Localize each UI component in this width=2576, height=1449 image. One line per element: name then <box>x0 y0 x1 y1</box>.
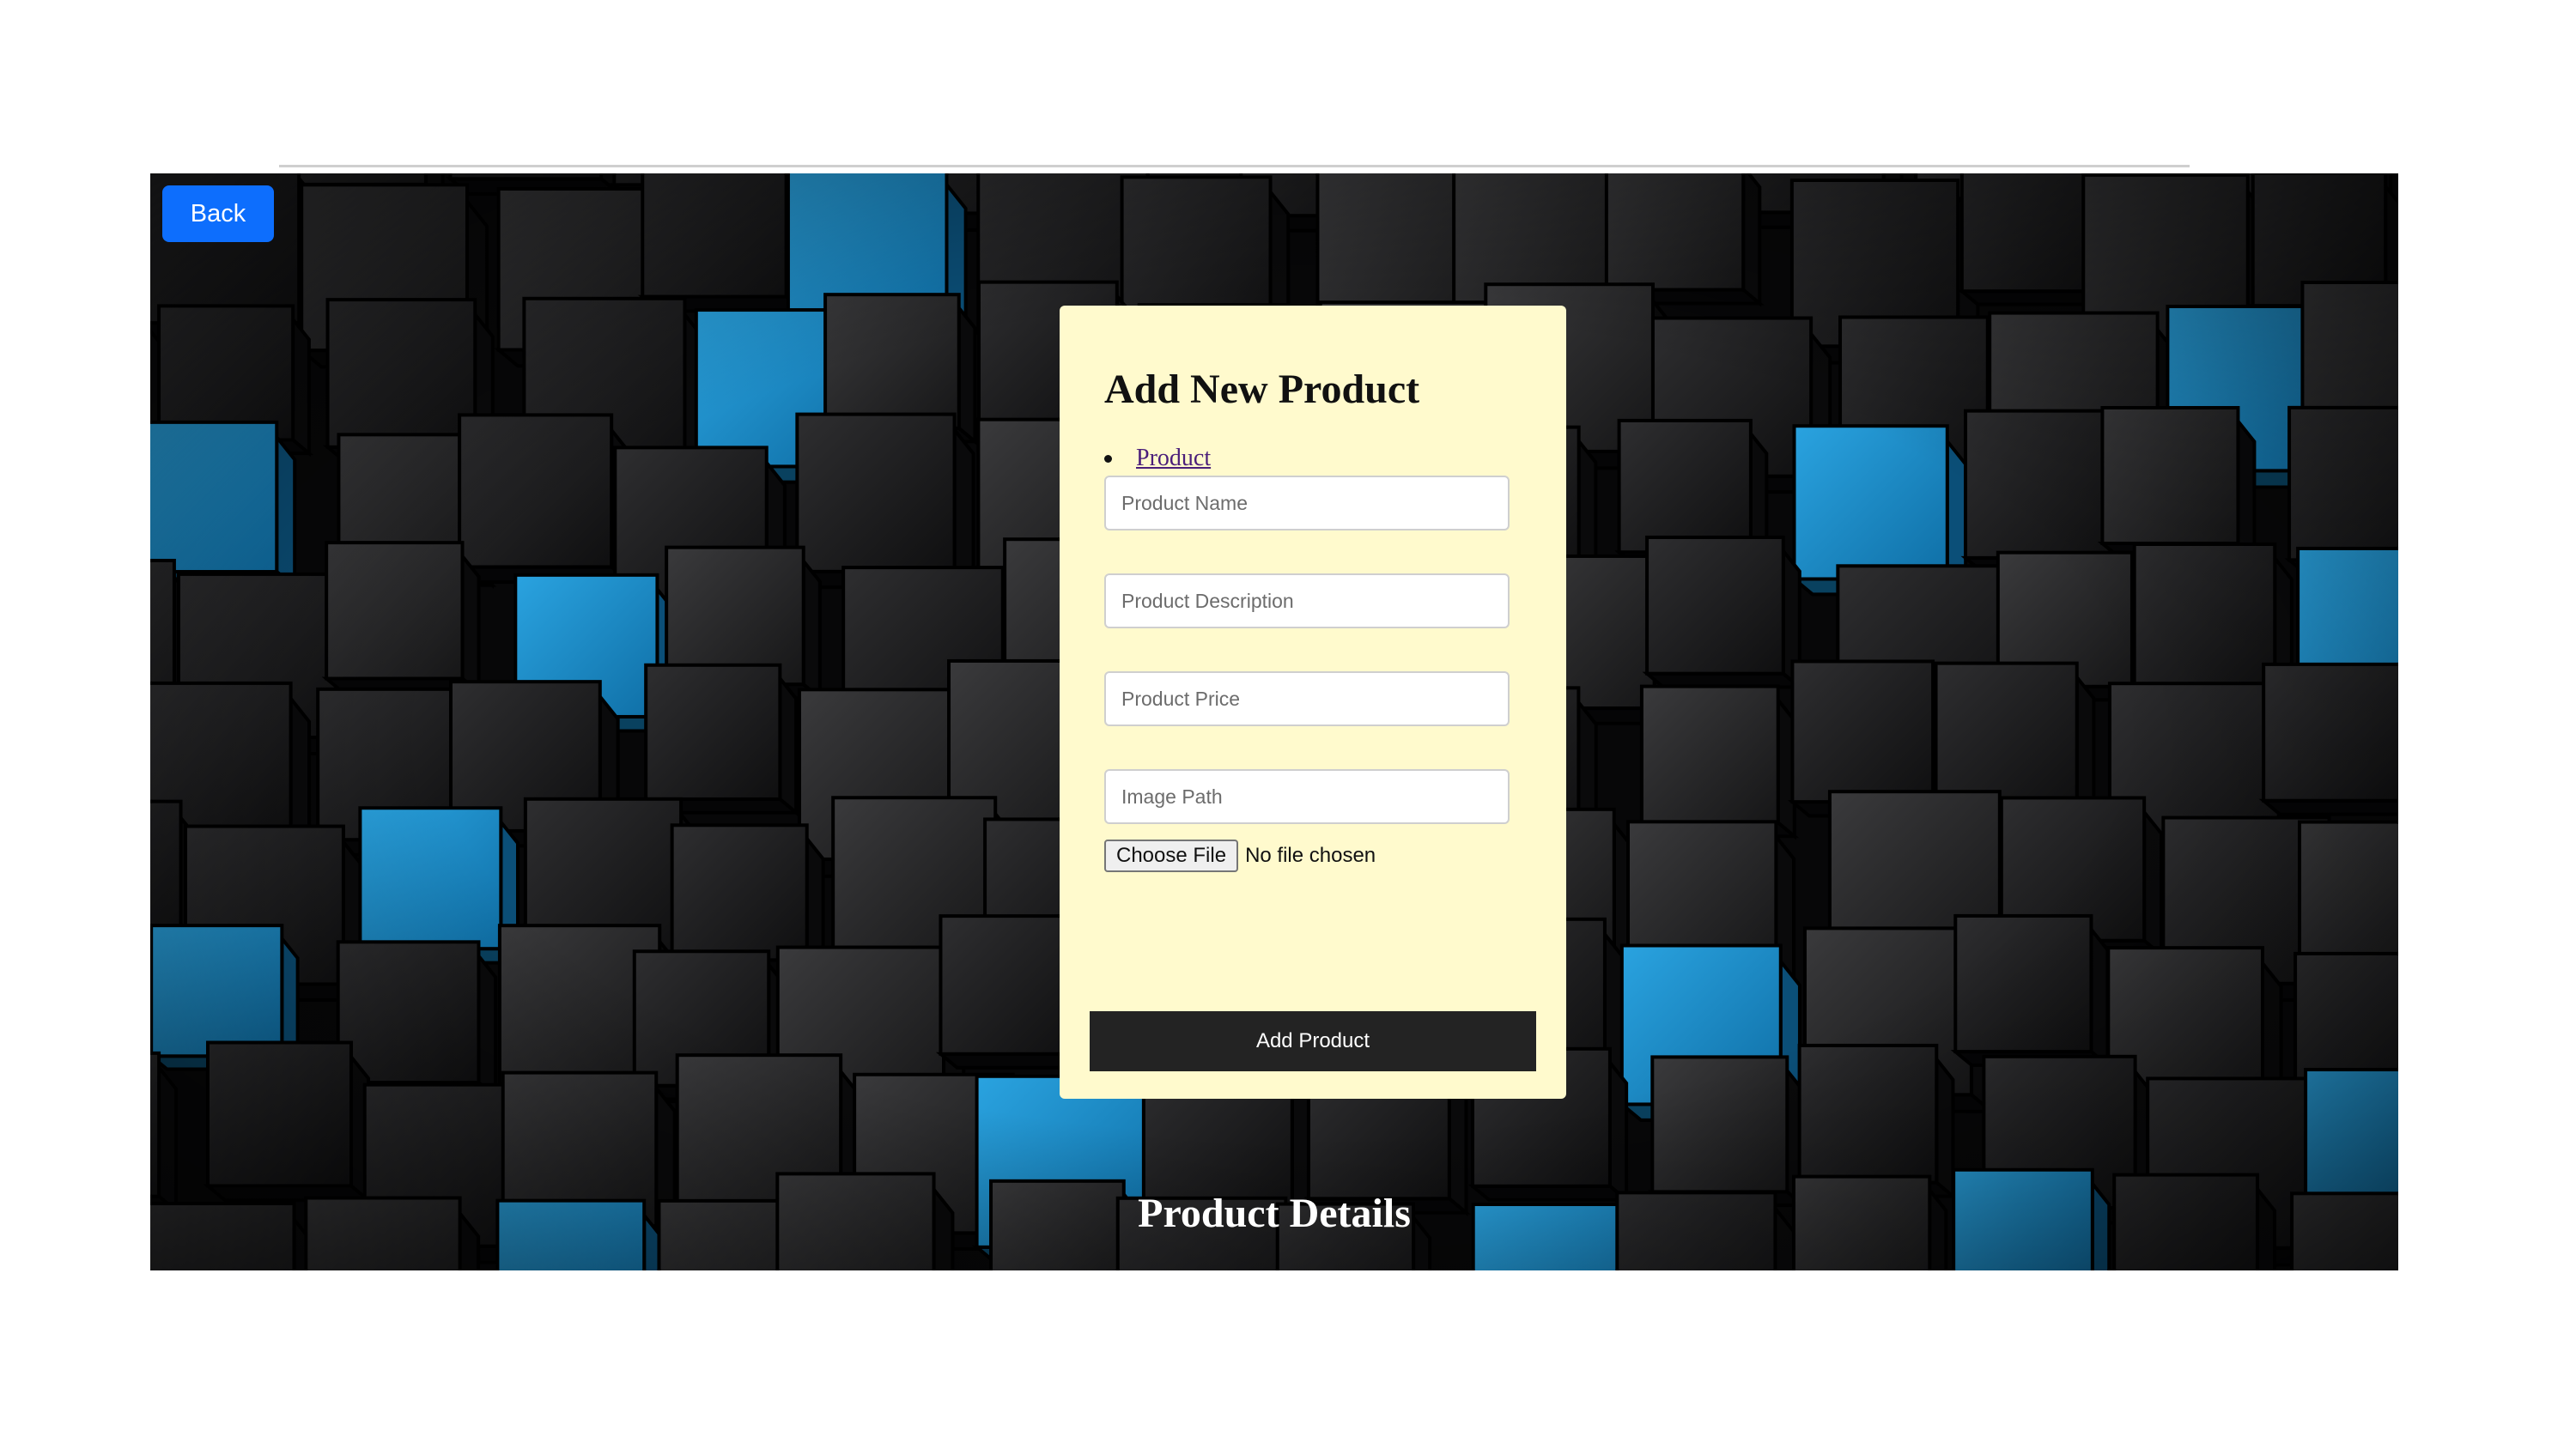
product-name-input[interactable] <box>1104 476 1510 530</box>
product-details-heading: Product Details <box>1138 1191 1411 1236</box>
add-product-form: Add New Product Product Choose File No f… <box>1060 306 1566 1099</box>
page-background: Back Add New Product Product Choose File… <box>150 173 2398 1270</box>
top-divider <box>279 165 2190 167</box>
back-button[interactable]: Back <box>162 185 274 242</box>
product-description-input[interactable] <box>1104 573 1510 628</box>
product-nav-list: Product <box>1104 445 1211 472</box>
nav-list-item: Product <box>1104 445 1211 472</box>
file-input: Choose File No file chosen <box>1104 840 1376 872</box>
bullet-icon <box>1104 454 1112 463</box>
product-link[interactable]: Product <box>1136 445 1211 472</box>
file-status-text: No file chosen <box>1245 844 1376 867</box>
product-price-input[interactable] <box>1104 671 1510 726</box>
add-product-button[interactable]: Add Product <box>1090 1011 1536 1071</box>
form-title: Add New Product <box>1104 367 1420 412</box>
image-path-input[interactable] <box>1104 769 1510 824</box>
choose-file-button[interactable]: Choose File <box>1104 840 1239 872</box>
